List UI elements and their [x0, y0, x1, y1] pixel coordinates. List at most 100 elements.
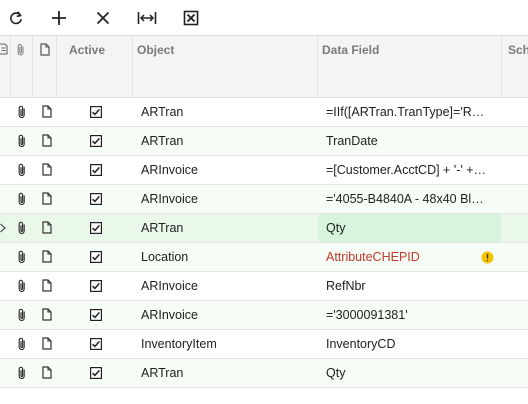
active-checkbox[interactable] — [90, 367, 102, 379]
document-icon — [42, 163, 52, 176]
table-row[interactable]: ARInvoice RefNbr — [0, 272, 528, 301]
object-cell[interactable]: ARTran — [141, 359, 311, 387]
active-checkbox[interactable] — [90, 251, 102, 263]
header-notes[interactable] — [33, 36, 57, 97]
object-cell[interactable]: ARTran — [141, 214, 311, 242]
attachment-cell[interactable] — [17, 163, 27, 177]
paperclip-icon — [18, 308, 25, 322]
data-field-cell[interactable]: InventoryCD — [326, 330, 494, 358]
header-object[interactable]: Object — [133, 36, 318, 97]
checkbox-checked-icon — [90, 135, 102, 147]
attachment-cell[interactable] — [17, 221, 27, 235]
table-row[interactable]: ARInvoice ='4055-B4840A - 48x40 Bl… — [0, 185, 528, 214]
paperclip-icon — [18, 250, 25, 264]
header-row-selector[interactable] — [0, 36, 11, 97]
active-checkbox[interactable] — [90, 106, 102, 118]
attachment-cell[interactable] — [17, 366, 27, 380]
active-checkbox[interactable] — [90, 338, 102, 350]
note-cell[interactable] — [42, 163, 52, 176]
active-checkbox[interactable] — [90, 222, 102, 234]
checkbox-checked-icon — [90, 164, 102, 176]
data-field-cell[interactable]: Qty — [326, 359, 494, 387]
plus-icon — [52, 11, 66, 25]
header-attachments[interactable] — [11, 36, 33, 97]
document-icon — [42, 337, 52, 350]
object-cell[interactable]: ARInvoice — [141, 185, 311, 213]
note-cell[interactable] — [42, 221, 52, 234]
object-cell[interactable]: ARTran — [141, 127, 311, 155]
active-checkbox[interactable] — [90, 135, 102, 147]
table-row[interactable]: ARTran =IIf([ARTran.TranType]='R… — [0, 98, 528, 127]
header-active-label: Active — [69, 43, 106, 57]
attachment-cell[interactable] — [17, 192, 27, 206]
checkbox-checked-icon — [90, 222, 102, 234]
table-row[interactable]: ARTran TranDate — [0, 127, 528, 156]
close-icon — [96, 11, 110, 25]
checkbox-checked-icon — [90, 338, 102, 350]
table-row[interactable]: InventoryItem InventoryCD — [0, 330, 528, 359]
attachment-cell[interactable] — [17, 105, 27, 119]
warning-icon[interactable] — [481, 251, 494, 264]
table-row[interactable]: ARInvoice ='3000091381' — [0, 301, 528, 330]
delete-row-button[interactable] — [90, 5, 116, 31]
note-cell[interactable] — [42, 192, 52, 205]
export-excel-button[interactable] — [178, 5, 204, 31]
checkbox-checked-icon — [90, 309, 102, 321]
paperclip-icon — [18, 163, 25, 177]
data-field-cell[interactable]: RefNbr — [326, 272, 494, 300]
note-cell[interactable] — [42, 105, 52, 118]
toolbar — [0, 0, 528, 35]
object-cell[interactable]: InventoryItem — [141, 330, 311, 358]
note-cell[interactable] — [42, 308, 52, 321]
header-active[interactable]: Active — [57, 36, 133, 97]
attachment-cell[interactable] — [17, 279, 27, 293]
object-cell[interactable]: ARInvoice — [141, 272, 311, 300]
checkbox-checked-icon — [90, 367, 102, 379]
attachment-cell[interactable] — [17, 134, 27, 148]
note-cell[interactable] — [42, 337, 52, 350]
header-data-field[interactable]: Data Field — [318, 36, 502, 97]
data-field-cell[interactable]: =IIf([ARTran.TranType]='R… — [326, 98, 494, 126]
active-checkbox[interactable] — [90, 164, 102, 176]
checkbox-checked-icon — [90, 280, 102, 292]
header-object-label: Object — [137, 43, 175, 57]
object-cell[interactable]: Location — [141, 243, 311, 271]
document-icon — [42, 105, 52, 118]
object-cell[interactable]: ARInvoice — [141, 156, 311, 184]
header-data-field-label: Data Field — [322, 43, 380, 57]
data-field-cell[interactable]: =[Customer.AcctCD] + '-' +… — [326, 156, 494, 184]
header-schema[interactable]: Sch — [502, 36, 528, 97]
object-cell[interactable]: ARInvoice — [141, 301, 311, 329]
checkbox-checked-icon — [90, 106, 102, 118]
table-row[interactable]: ARTran Qty — [0, 359, 528, 388]
data-field-cell[interactable]: ='4055-B4840A - 48x40 Bl… — [326, 185, 494, 213]
paperclip-icon — [17, 43, 24, 56]
active-checkbox[interactable] — [90, 193, 102, 205]
object-cell[interactable]: ARTran — [141, 98, 311, 126]
table-row[interactable]: Location AttributeCHEPID — [0, 243, 528, 272]
fit-columns-button[interactable] — [134, 5, 160, 31]
table-row[interactable]: ARTran Qty — [0, 214, 528, 243]
refresh-icon — [10, 11, 22, 25]
current-row-arrow-icon — [0, 223, 6, 233]
data-field-cell[interactable]: ='3000091381' — [326, 301, 494, 329]
paperclip-icon — [18, 221, 25, 235]
header-schema-label: Sch — [508, 43, 528, 57]
data-field-cell[interactable]: TranDate — [326, 127, 494, 155]
active-checkbox[interactable] — [90, 280, 102, 292]
refresh-button[interactable] — [3, 5, 29, 31]
active-checkbox[interactable] — [90, 309, 102, 321]
document-icon — [42, 308, 52, 321]
note-cell[interactable] — [42, 250, 52, 263]
attachment-cell[interactable] — [17, 337, 27, 351]
note-cell[interactable] — [42, 366, 52, 379]
table-row[interactable]: ARInvoice =[Customer.AcctCD] + '-' +… — [0, 156, 528, 185]
data-field-cell[interactable]: AttributeCHEPID — [326, 243, 494, 271]
note-cell[interactable] — [42, 134, 52, 147]
paperclip-icon — [18, 279, 25, 293]
attachment-cell[interactable] — [17, 250, 27, 264]
note-cell[interactable] — [42, 279, 52, 292]
data-field-cell[interactable]: Qty — [326, 214, 494, 242]
attachment-cell[interactable] — [17, 308, 27, 322]
add-row-button[interactable] — [46, 5, 72, 31]
